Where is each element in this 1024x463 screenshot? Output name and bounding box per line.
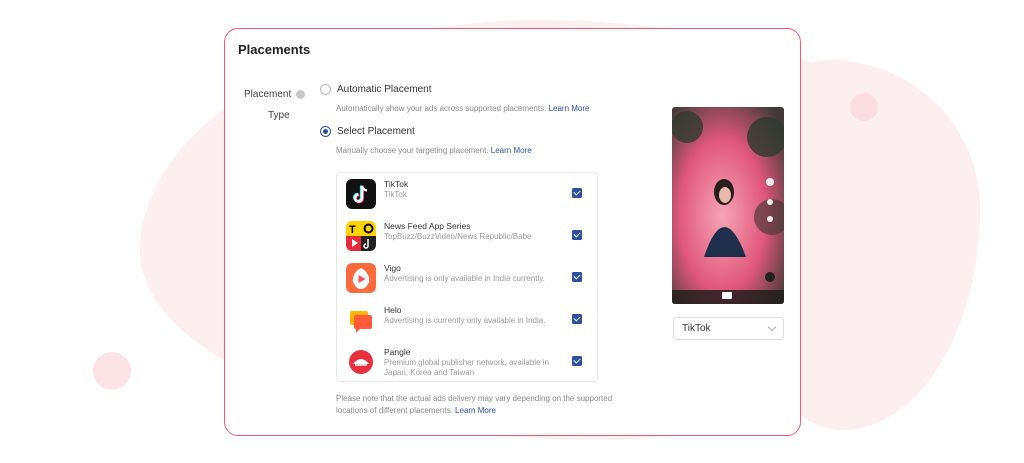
- note-learn-more-link[interactable]: Learn More: [455, 406, 496, 415]
- placement-name: News Feed App Series: [384, 221, 471, 231]
- automatic-learn-more-link[interactable]: Learn More: [549, 104, 590, 113]
- delivery-note: Please note that the actual ads delivery…: [336, 393, 636, 417]
- placement-desc: TopBuzz/BuzzVideo/News Republic/Babe: [384, 232, 532, 241]
- svg-text:T: T: [349, 224, 356, 236]
- placements-card: Placements Placement Type Automatic Plac…: [224, 28, 801, 436]
- placement-name: TikTok: [384, 179, 409, 189]
- type-label-text: Type: [268, 110, 290, 121]
- placement-list: TikTok TikTok T News Feed App Series Top…: [336, 172, 598, 382]
- ad-preview-image: [672, 107, 784, 304]
- automatic-placement-help: Automatically show your ads across suppo…: [336, 104, 589, 113]
- select-placement-label: Select Placement: [337, 126, 415, 137]
- news-feed-icon: T: [346, 221, 376, 251]
- automatic-placement-option[interactable]: Automatic Placement: [320, 84, 432, 95]
- decorative-dot-left: [93, 352, 131, 390]
- placement-checkbox[interactable]: [572, 188, 582, 198]
- placement-item-helo[interactable]: Helo Advertising is currently only avail…: [337, 299, 597, 341]
- placement-name: Helo: [384, 305, 402, 315]
- placement-type-label: Placement Type: [244, 84, 314, 126]
- preview-placement-select[interactable]: TikTok: [673, 317, 784, 340]
- tiktok-icon: [346, 179, 376, 209]
- helo-icon: [346, 305, 376, 335]
- automatic-placement-label: Automatic Placement: [337, 84, 432, 95]
- placement-name: Vigo: [384, 263, 401, 273]
- placement-checkbox[interactable]: [572, 272, 582, 282]
- placement-item-pangle[interactable]: Pangle Premium global publisher network,…: [337, 341, 597, 383]
- placement-item-vigo[interactable]: Vigo Advertising is only available in In…: [337, 257, 597, 299]
- pangle-icon: [346, 347, 376, 377]
- placement-desc: Advertising is only available in India c…: [384, 274, 545, 283]
- preview-selected-value: TikTok: [682, 323, 711, 334]
- placement-desc: TikTok: [384, 190, 407, 199]
- placement-checkbox[interactable]: [572, 314, 582, 324]
- automatic-help-text: Automatically show your ads across suppo…: [336, 104, 547, 113]
- chevron-down-icon: [767, 322, 777, 332]
- decorative-dot: [850, 93, 878, 121]
- select-learn-more-link[interactable]: Learn More: [491, 146, 532, 155]
- placement-item-tiktok[interactable]: TikTok TikTok: [337, 173, 597, 215]
- select-help-text: Manually choose your targeting placement…: [336, 146, 489, 155]
- placement-name: Pangle: [384, 347, 411, 357]
- info-icon[interactable]: [296, 90, 306, 99]
- select-placement-help: Manually choose your targeting placement…: [336, 146, 532, 155]
- placement-desc: Advertising is currently only available …: [384, 316, 546, 325]
- placement-checkbox[interactable]: [572, 356, 582, 366]
- placement-checkbox[interactable]: [572, 230, 582, 240]
- automatic-placement-radio[interactable]: [320, 84, 331, 95]
- select-placement-radio[interactable]: [320, 126, 331, 137]
- placement-label-text: Placement: [244, 89, 292, 100]
- section-title: Placements: [238, 42, 311, 57]
- placement-desc: Premium global publisher network, availa…: [384, 358, 549, 377]
- vigo-icon: [346, 263, 376, 293]
- select-placement-option[interactable]: Select Placement: [320, 126, 415, 137]
- placement-item-news-feed[interactable]: T News Feed App Series TopBuzz/BuzzVideo…: [337, 215, 597, 257]
